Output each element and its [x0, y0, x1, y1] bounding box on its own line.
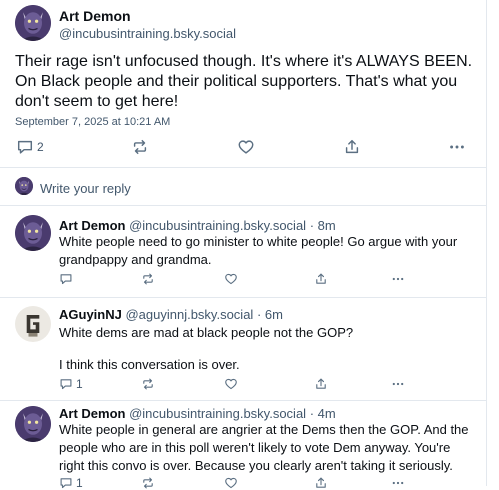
- aguyinnj-avatar-image: [15, 306, 51, 342]
- share-button[interactable]: [314, 377, 328, 391]
- art-demon-avatar-image: [15, 5, 51, 41]
- like-button[interactable]: [224, 272, 238, 286]
- reply-time[interactable]: · 8m: [310, 218, 336, 233]
- repost-icon: [141, 272, 155, 286]
- share-icon: [314, 272, 328, 286]
- post-author-handle[interactable]: @incubusintraining.bsky.social: [59, 26, 236, 41]
- avatar[interactable]: [15, 215, 51, 251]
- like-button[interactable]: [237, 138, 255, 156]
- more-options-button[interactable]: [391, 272, 405, 286]
- reply-icon: [59, 272, 73, 286]
- reply-text: White dems are mad at black people not t…: [59, 325, 354, 340]
- reply-time[interactable]: · 6m: [257, 307, 283, 322]
- avatar[interactable]: [15, 306, 51, 342]
- reply-icon: [16, 138, 34, 156]
- divider: [0, 205, 486, 206]
- repost-icon: [141, 377, 155, 391]
- like-button[interactable]: [224, 476, 238, 490]
- share-button[interactable]: [343, 138, 361, 156]
- reply-text: White people in general are angrier at t…: [59, 422, 469, 473]
- thread-view: Art Demon @incubusintraining.bsky.social…: [0, 0, 487, 490]
- repost-icon: [141, 476, 155, 490]
- reply-button[interactable]: 2: [16, 138, 44, 156]
- avatar[interactable]: [15, 406, 51, 442]
- reply-header: AGuyinNJ @aguyinnj.bsky.social · 6m: [59, 307, 283, 322]
- share-icon: [343, 138, 361, 156]
- art-demon-avatar-image: [15, 406, 51, 442]
- post-timestamp[interactable]: September 7, 2025 at 10:21 AM: [15, 116, 170, 128]
- reply-time[interactable]: · 4m: [310, 406, 336, 421]
- post-author-name[interactable]: Art Demon: [59, 8, 131, 24]
- like-icon: [224, 377, 238, 391]
- share-icon: [314, 377, 328, 391]
- repost-button[interactable]: [141, 272, 155, 286]
- composer-avatar-image: [15, 177, 33, 195]
- art-demon-avatar-image: [15, 215, 51, 251]
- share-icon: [314, 476, 328, 490]
- repost-icon: [131, 138, 149, 156]
- share-button[interactable]: [314, 272, 328, 286]
- reply-author-name[interactable]: Art Demon: [59, 406, 125, 421]
- more-options-button[interactable]: [391, 377, 405, 391]
- reply-composer-input[interactable]: Write your reply: [40, 181, 131, 196]
- like-icon: [224, 272, 238, 286]
- reply-author-name[interactable]: AGuyinNJ: [59, 307, 122, 322]
- repost-button[interactable]: [141, 476, 155, 490]
- reply-author-handle[interactable]: @aguyinnj.bsky.social: [125, 307, 253, 322]
- avatar[interactable]: [15, 5, 51, 41]
- reply-count: 1: [76, 476, 83, 490]
- more-icon: [391, 377, 405, 391]
- reply-button[interactable]: 1: [59, 476, 83, 490]
- reply-icon: [59, 476, 73, 490]
- reply-author-name[interactable]: Art Demon: [59, 218, 125, 233]
- reply-text: White people need to go minister to whit…: [59, 234, 458, 267]
- reply-count: 2: [37, 140, 44, 154]
- reply-author-handle[interactable]: @incubusintraining.bsky.social: [129, 406, 306, 421]
- reply-header: Art Demon @incubusintraining.bsky.social…: [59, 218, 336, 233]
- like-icon: [237, 138, 255, 156]
- composer-avatar: [15, 177, 33, 195]
- repost-button[interactable]: [141, 377, 155, 391]
- repost-button[interactable]: [131, 138, 149, 156]
- reply-count: 1: [76, 377, 83, 391]
- reply-author-handle[interactable]: @incubusintraining.bsky.social: [129, 218, 306, 233]
- divider: [0, 297, 486, 298]
- reply-icon: [59, 377, 73, 391]
- like-button[interactable]: [224, 377, 238, 391]
- share-button[interactable]: [314, 476, 328, 490]
- divider: [0, 400, 486, 401]
- more-icon: [391, 476, 405, 490]
- post-text: Their rage isn't unfocused though. It's …: [15, 53, 473, 110]
- more-icon: [391, 272, 405, 286]
- reply-button[interactable]: [59, 272, 73, 286]
- like-icon: [224, 476, 238, 490]
- more-options-button[interactable]: [448, 138, 466, 156]
- more-icon: [448, 138, 466, 156]
- reply-text: I think this conversation is over.: [59, 357, 240, 372]
- more-options-button[interactable]: [391, 476, 405, 490]
- divider: [0, 167, 486, 168]
- reply-header: Art Demon @incubusintraining.bsky.social…: [59, 406, 336, 421]
- reply-button[interactable]: 1: [59, 377, 83, 391]
